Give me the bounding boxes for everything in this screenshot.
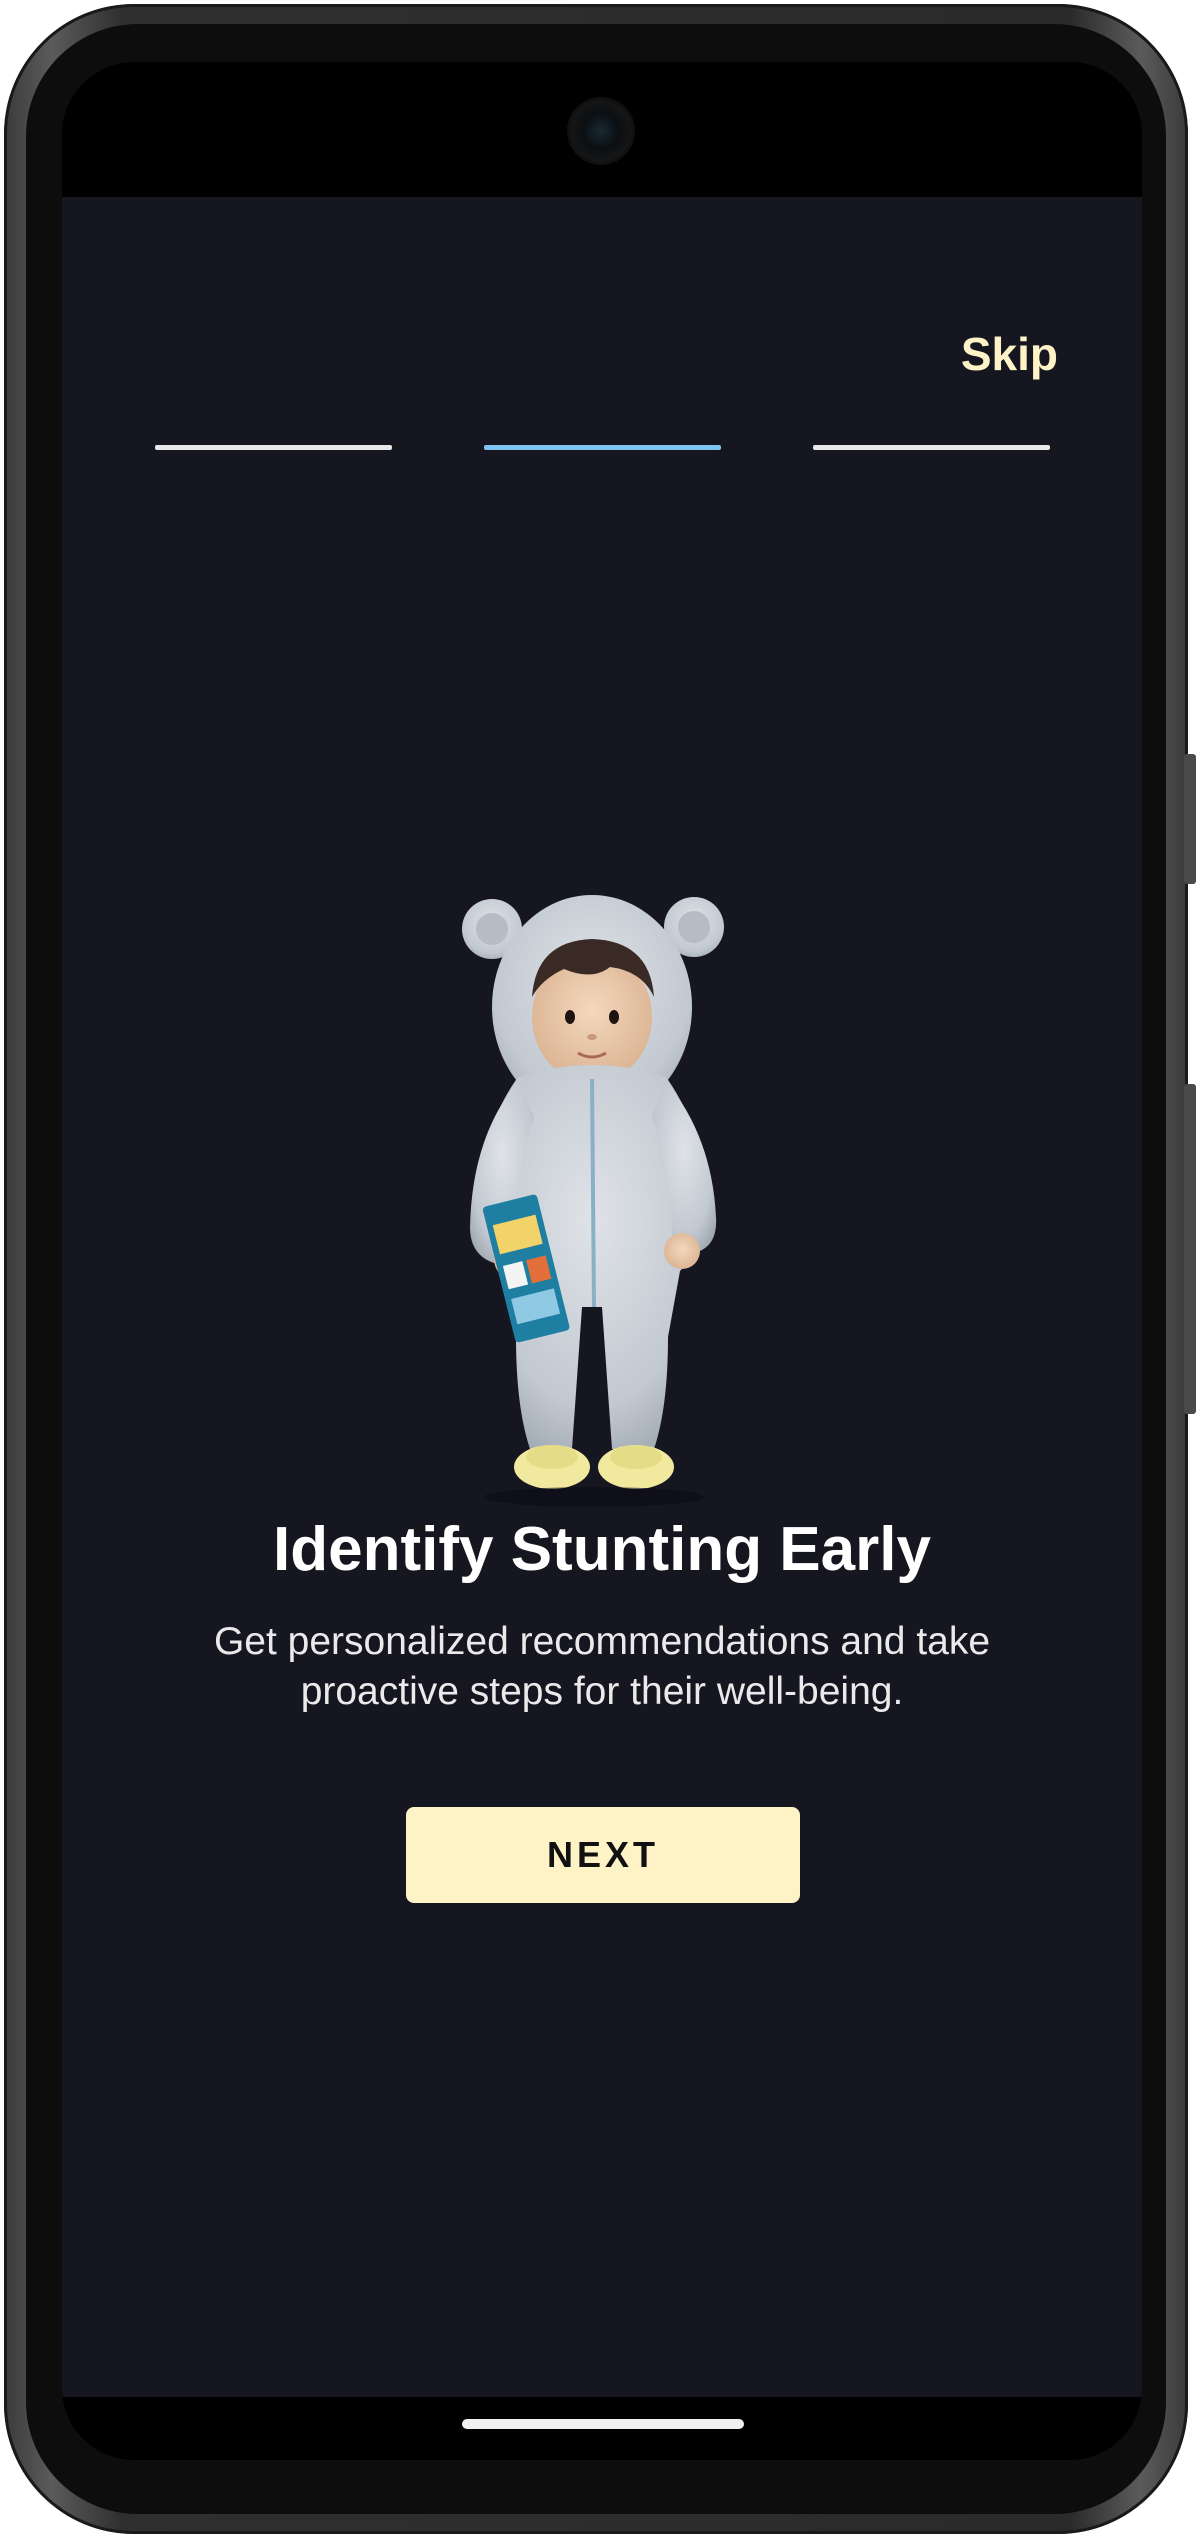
navigation-bar xyxy=(62,2397,1142,2460)
step-indicator-3 xyxy=(813,445,1050,450)
phone-frame: Skip Identify Stunting Early Get persona… xyxy=(4,4,1196,2534)
onboarding-title: Identify Stunting Early xyxy=(273,1515,931,1584)
volume-button xyxy=(1184,754,1196,884)
home-gesture-handle[interactable] xyxy=(462,2419,744,2429)
phone-screen: Skip Identify Stunting Early Get persona… xyxy=(62,62,1142,2460)
toddler-illustration xyxy=(432,867,772,1527)
onboarding-subtitle: Get personalized recommendations and tak… xyxy=(213,1620,991,1713)
status-bar xyxy=(62,62,1142,197)
skip-button[interactable]: Skip xyxy=(961,327,1058,381)
onboarding-screen: Skip Identify Stunting Early Get persona… xyxy=(62,197,1142,2397)
next-button[interactable]: NEXT xyxy=(406,1807,800,1903)
step-indicator-1 xyxy=(155,445,392,450)
step-indicator-2 xyxy=(484,445,721,450)
power-button xyxy=(1184,1084,1196,1414)
front-camera-icon xyxy=(570,100,632,162)
